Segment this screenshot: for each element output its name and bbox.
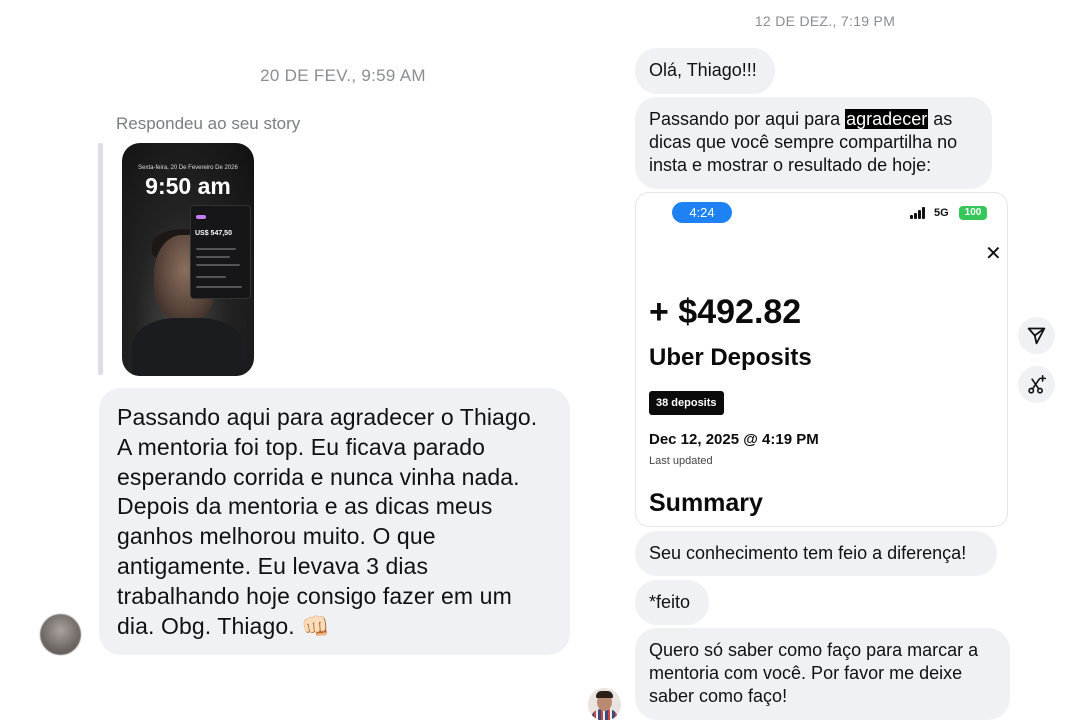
- quote-bar: [98, 143, 103, 375]
- summary-heading: Summary: [649, 489, 763, 517]
- message-knowledge[interactable]: Seu conhecimento tem feio a diferença!: [635, 531, 997, 576]
- message-correction[interactable]: *feito: [635, 580, 709, 625]
- deposits-badge: 38 deposits: [649, 391, 724, 415]
- battery-icon: 100: [959, 206, 987, 220]
- incoming-message[interactable]: Passando aqui para agradecer o Thiago. A…: [99, 388, 570, 655]
- highlighted-word: agradecer: [845, 109, 929, 129]
- avatar[interactable]: [588, 688, 621, 720]
- message-thanks[interactable]: Passando por aqui para agradecer as dica…: [635, 97, 992, 189]
- ai-sparkle-icon: [1028, 374, 1047, 394]
- signal-icon: [910, 207, 930, 219]
- story-phone-screen: US$ 547,50: [190, 205, 251, 299]
- story-date: Sexta-feira, 20 De Fevereiro De 2026: [138, 165, 238, 171]
- story-thumbnail[interactable]: Sexta-feira, 20 De Fevereiro De 2026 9:5…: [122, 143, 254, 376]
- story-time: 9:50 am: [145, 173, 231, 199]
- message-greeting[interactable]: Olá, Thiago!!!: [635, 48, 775, 94]
- story-reply-label: Respondeu ao seu story: [116, 114, 301, 133]
- right-timestamp: 12 DE DEZ., 7:19 PM: [754, 13, 896, 29]
- avatar[interactable]: [40, 614, 81, 655]
- network-label: 5G: [934, 207, 949, 219]
- close-icon: ✕: [985, 243, 1002, 265]
- ai-edit-button[interactable]: [1018, 366, 1055, 403]
- share-button[interactable]: [1018, 317, 1055, 354]
- screenshot-attachment[interactable]: 4:24 5G 100 ✕ + $492.82 Uber Deposits 38…: [635, 192, 1008, 527]
- story-amount: US$ 547,50: [195, 230, 232, 237]
- message-text: Passando por aqui para: [649, 109, 846, 129]
- send-icon: [1027, 327, 1046, 345]
- left-timestamp: 20 DE FEV., 9:59 AM: [260, 66, 426, 85]
- card-title: Uber Deposits: [649, 344, 812, 371]
- deposit-amount: + $492.82: [649, 293, 802, 331]
- message-question[interactable]: Quero só saber como faço para marcar a m…: [635, 628, 1010, 720]
- deposit-date: Dec 12, 2025 @ 4:19 PM: [649, 431, 819, 448]
- last-updated-label: Last updated: [649, 455, 713, 467]
- story-person-body: [132, 318, 244, 376]
- status-time: 4:24: [672, 202, 732, 223]
